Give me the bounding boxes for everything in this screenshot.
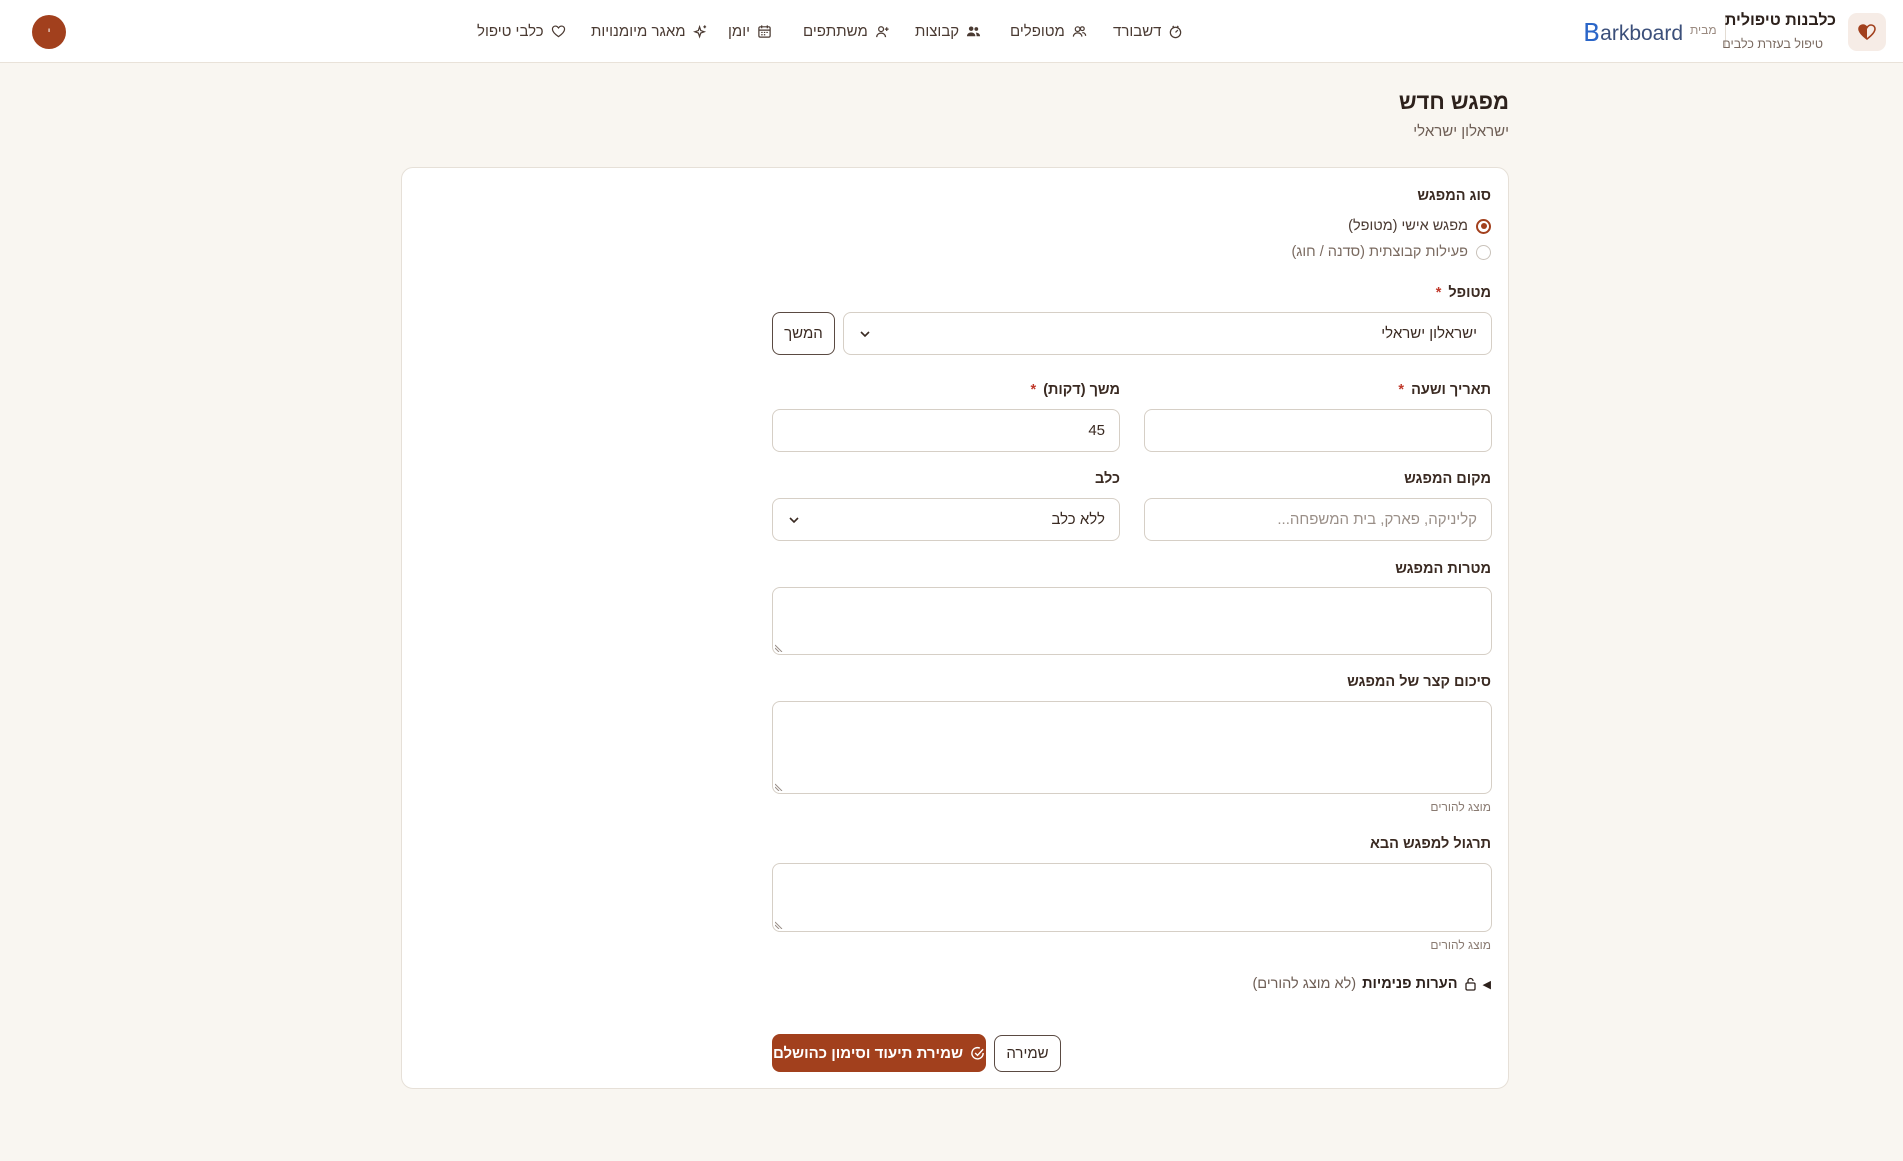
user-avatar[interactable]: י	[32, 15, 66, 49]
page-title: מפגש חדש	[1398, 89, 1509, 114]
location-input-placeholder: קליניקה, פארק, בית המשפחה...	[1277, 511, 1477, 528]
exercise-visible-hint: מוצג להורים	[1430, 938, 1491, 952]
internal-notes-label: הערות פנימיות	[1362, 976, 1458, 992]
patient-label-text: מטופל	[1448, 285, 1491, 301]
internal-notes-toggle[interactable]: ◀ הערות פנימיות (לא מוצג להורים)	[1252, 974, 1491, 994]
nav-item-patients[interactable]: מטופלים	[1010, 18, 1087, 44]
nav-label-groups: קבוצות	[915, 22, 960, 40]
nav-item-calendar[interactable]: יומן	[728, 18, 772, 44]
duration-input[interactable]: 45	[772, 409, 1120, 452]
continue-button-label: המשך	[784, 325, 823, 342]
nav-label-therapy-dogs: כלבי טיפול	[477, 22, 544, 40]
nav-label-dashboard: דשבורד	[1113, 22, 1162, 40]
by-label: מבית	[1690, 23, 1717, 37]
duration-label: משך (דקות) *	[1031, 382, 1121, 398]
nav-item-skills-bank[interactable]: מאגר מיומנויות	[591, 18, 708, 44]
page-subtitle: ישראלון ישראלי	[1413, 123, 1509, 140]
barkboard-logo[interactable]: Barkboard	[1583, 17, 1683, 45]
summary-label: סיכום קצר של המפגש	[1347, 674, 1491, 690]
calendar-icon	[758, 24, 771, 38]
goals-label: מטרות המפגש	[1395, 561, 1491, 577]
patient-select[interactable]: ישראלון ישראלי	[843, 312, 1492, 355]
radio-indicator[interactable]	[1476, 244, 1491, 260]
duration-label-text: משך (דקות)	[1043, 382, 1120, 398]
goals-textarea[interactable]	[772, 587, 1492, 655]
nav-label-skills-bank: מאגר מיומנויות	[591, 22, 686, 40]
avatar-initial: י	[47, 26, 51, 38]
dog-select-value: ללא כלב	[1051, 511, 1105, 528]
brand-subtitle: טיפול בעזרת כלבים	[1722, 37, 1823, 51]
nav-item-therapy-dogs[interactable]: כלבי טיפול	[477, 18, 566, 44]
dashboard-icon	[1170, 25, 1182, 38]
groups-icon	[967, 25, 981, 36]
heart-shield-icon	[1858, 24, 1876, 41]
lock-icon	[1464, 977, 1476, 991]
datetime-label-text: תאריך ושעה	[1411, 382, 1491, 398]
radio-group-activity[interactable]: פעילות קבוצתית (סדנה / חוג)	[1291, 242, 1491, 262]
resize-handle-icon[interactable]	[775, 921, 783, 929]
brand-logo[interactable]	[1848, 13, 1886, 51]
sparkles-icon	[692, 24, 706, 39]
save-button[interactable]: שמירה	[994, 1035, 1061, 1072]
user-plus-icon	[875, 25, 889, 37]
location-input[interactable]: קליניקה, פארק, בית המשפחה...	[1144, 498, 1492, 541]
location-label: מקום המפגש	[1404, 471, 1491, 487]
required-mark: *	[1435, 285, 1442, 301]
check-circle-icon	[971, 1046, 984, 1060]
save-and-complete-button[interactable]: שמירת תיעוד וסימון כהושלם	[772, 1034, 986, 1072]
summary-visible-hint: מוצג להורים	[1430, 800, 1491, 814]
resize-handle-icon[interactable]	[775, 644, 783, 652]
save-and-complete-label: שמירת תיעוד וסימון כהושלם	[772, 1044, 964, 1062]
resize-handle-icon[interactable]	[775, 783, 783, 791]
datetime-input[interactable]	[1144, 409, 1492, 452]
barkboard-wordmark: arkboard	[1600, 21, 1684, 45]
save-button-label: שמירה	[1006, 1045, 1049, 1062]
summary-textarea[interactable]	[772, 701, 1492, 794]
required-mark: *	[1030, 382, 1037, 398]
nav-label-patients: מטופלים	[1010, 22, 1065, 40]
radio-group-label: פעילות קבוצתית (סדנה / חוג)	[1291, 244, 1468, 260]
radio-personal-meeting[interactable]: מפגש אישי (מטופל)	[1348, 216, 1491, 236]
datetime-label: תאריך ושעה *	[1398, 382, 1491, 398]
exercise-textarea[interactable]	[772, 863, 1492, 932]
radio-personal-label: מפגש אישי (מטופל)	[1348, 218, 1468, 234]
nav-item-groups[interactable]: קבוצות	[915, 18, 981, 44]
radio-indicator-checked[interactable]	[1476, 218, 1491, 234]
internal-notes-note: (לא מוצג להורים)	[1252, 976, 1357, 992]
nav-item-participants[interactable]: משתתפים	[803, 18, 890, 44]
disclosure-arrow-icon: ◀	[1482, 978, 1491, 991]
barkboard-mark: B	[1583, 18, 1601, 47]
exercise-label: תרגול למפגש הבא	[1370, 836, 1491, 852]
top-header: י דשבורד מטופלים קבוצות משתתפים יומן מאג…	[0, 0, 1903, 63]
nav-item-dashboard[interactable]: דשבורד	[1113, 18, 1183, 44]
nav-label-participants: משתתפים	[803, 22, 868, 40]
continue-button[interactable]: המשך	[772, 312, 835, 355]
meeting-type-label: סוג המפגש	[1417, 188, 1491, 204]
brand-title: כלבנות טיפולית	[1724, 12, 1836, 29]
heart-icon	[551, 24, 565, 37]
duration-input-value: 45	[1088, 422, 1105, 439]
chevron-down-icon	[860, 331, 870, 338]
dog-label: כלב	[1094, 471, 1120, 487]
patient-label: מטופל *	[1436, 285, 1491, 301]
dog-select[interactable]: ללא כלב	[772, 498, 1120, 541]
chevron-down-icon	[789, 517, 799, 524]
patient-select-value: ישראלון ישראלי	[1381, 325, 1477, 342]
nav-label-calendar: יומן	[728, 22, 750, 40]
required-mark: *	[1398, 382, 1405, 398]
users-icon	[1072, 25, 1087, 37]
